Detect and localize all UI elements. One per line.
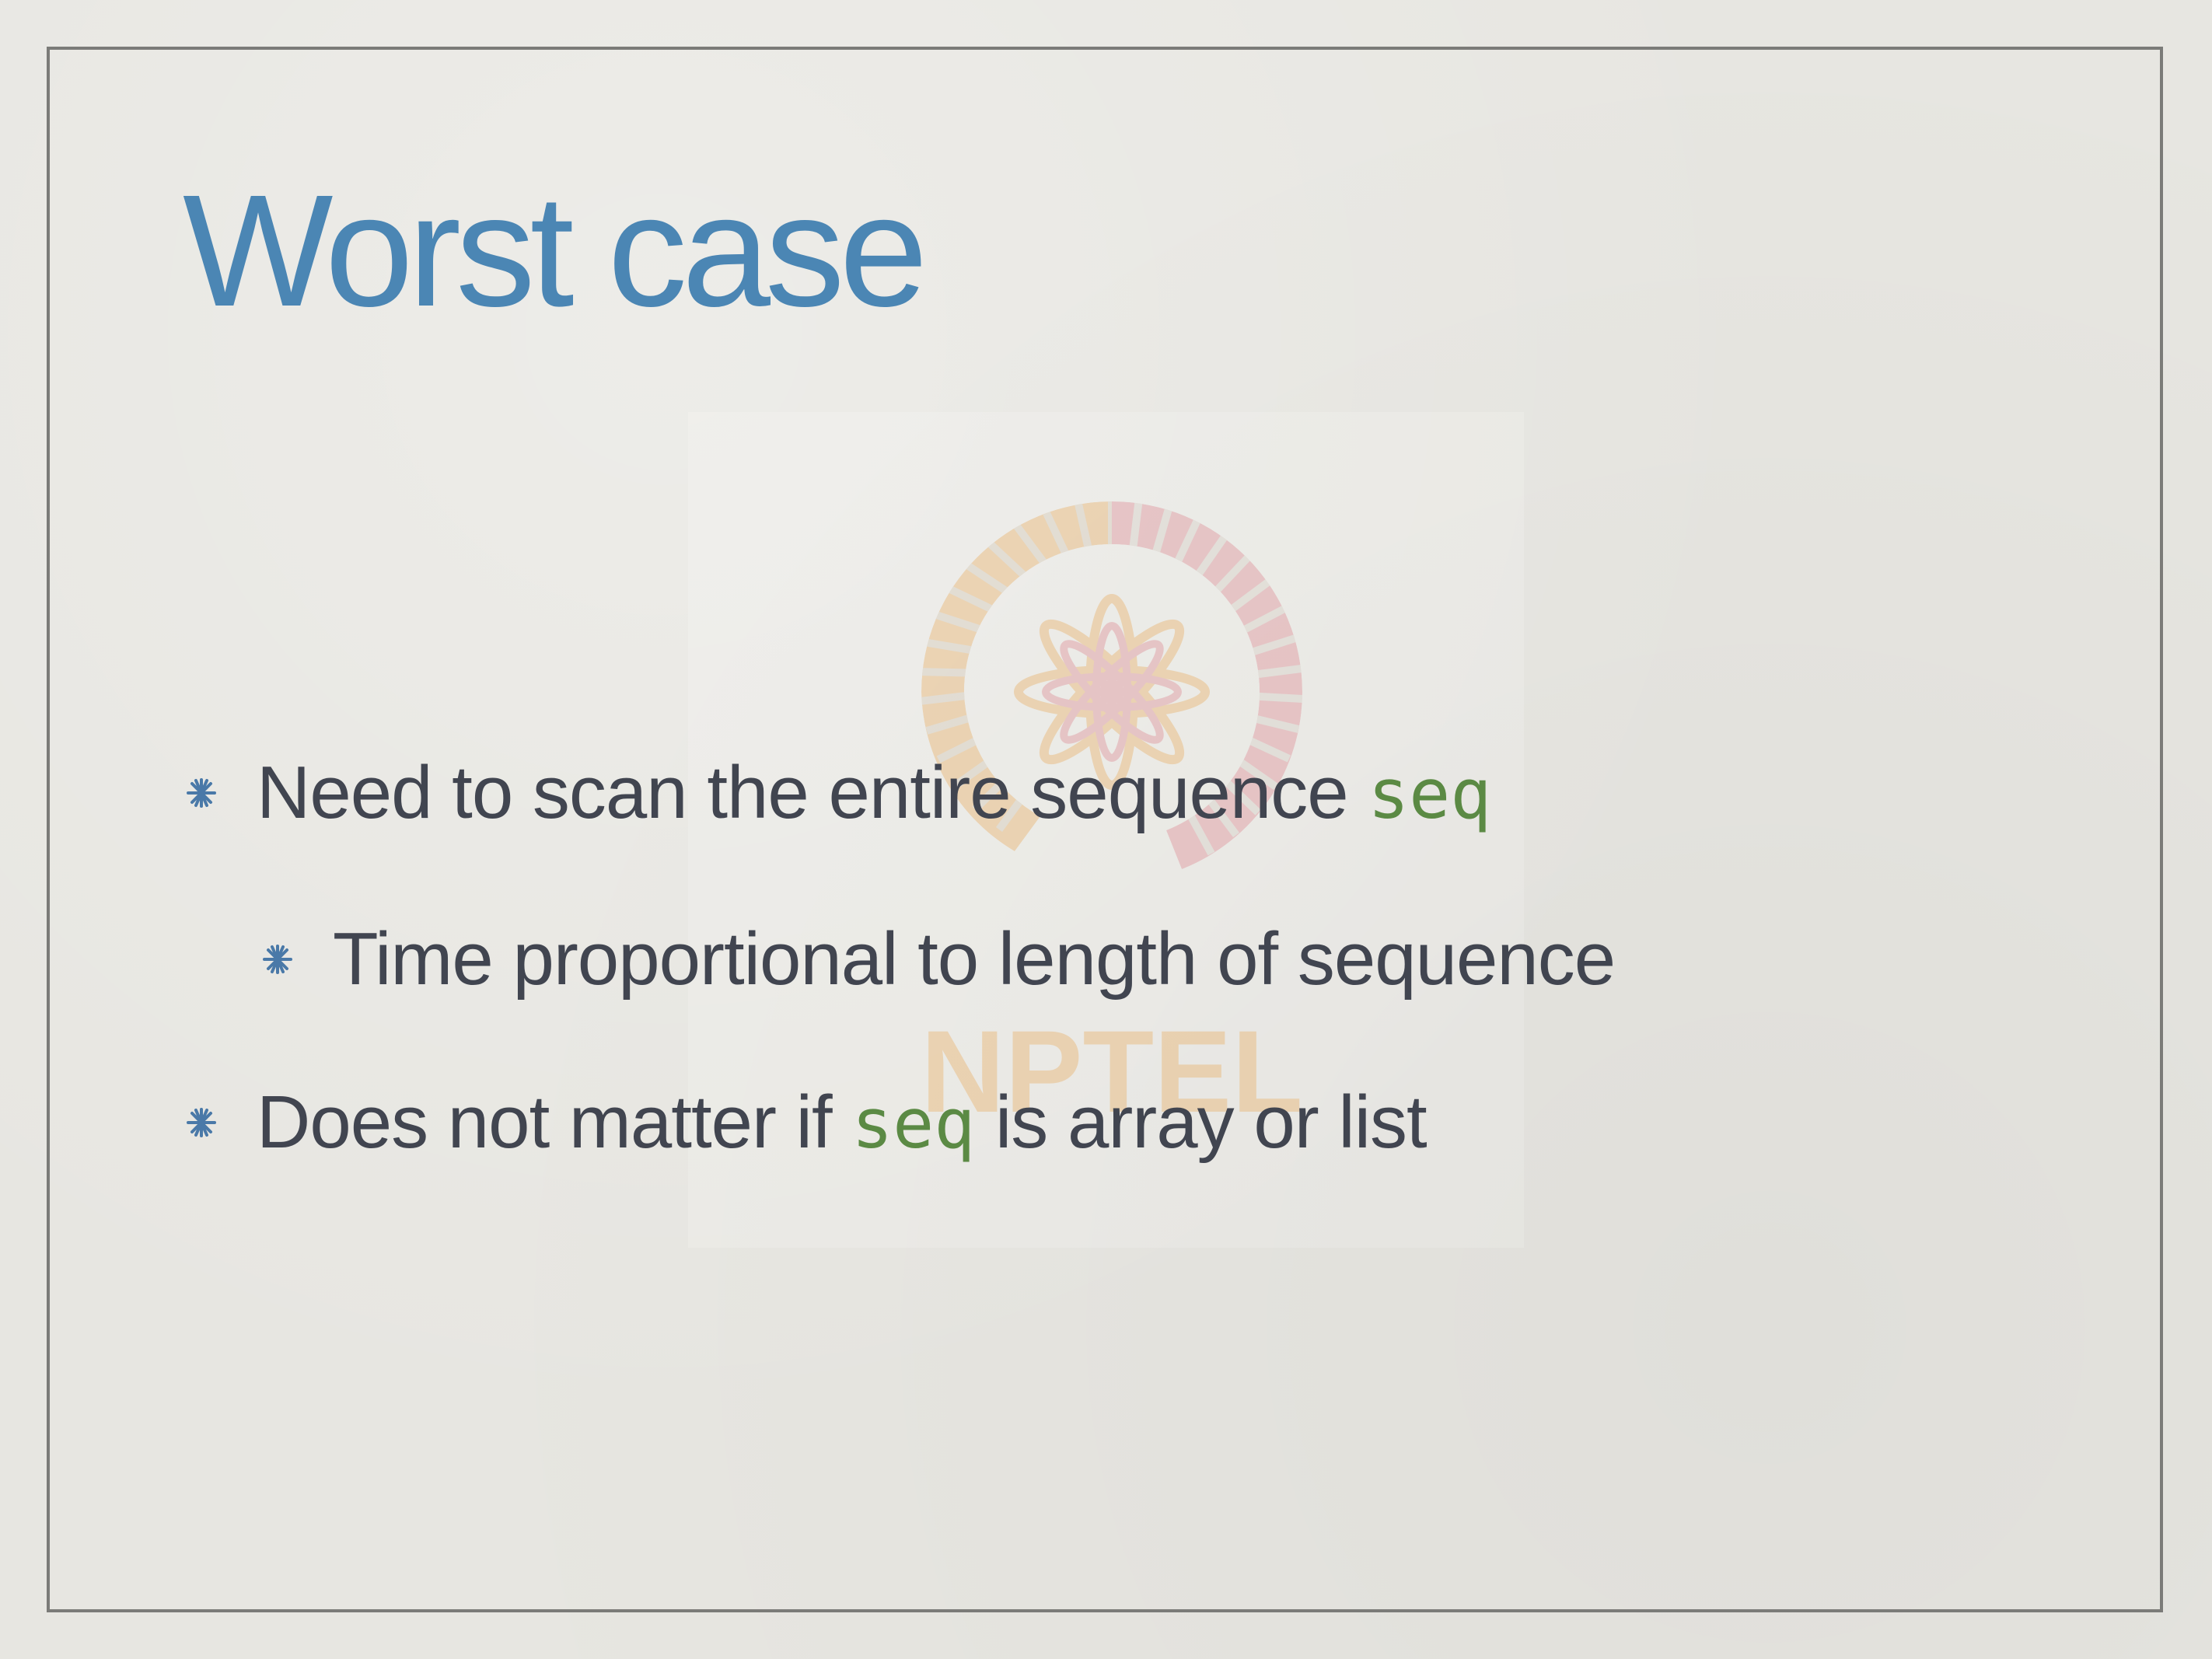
bullet-text-2: Time proportional to length of sequence — [333, 917, 1616, 1001]
bullet-text-3: Does not matter if seq is array or list — [257, 1085, 1427, 1160]
slide: NPTEL Worst case Need to scan the entire… — [0, 0, 2212, 1659]
asterisk-bullet-icon — [185, 1106, 218, 1139]
bullet-item-2: Time proportional to length of sequence — [261, 917, 1616, 1001]
bullet-text-3-suffix: is array or list — [975, 1081, 1427, 1164]
page-title: Worst case — [183, 162, 928, 340]
bullet-text-3-prefix: Does not matter if — [257, 1081, 852, 1164]
code-seq-1: seq — [1368, 754, 1492, 834]
bullet-item-1: Need to scan the entire sequence seq — [185, 756, 1491, 830]
bullet-item-3: Does not matter if seq is array or list — [185, 1085, 1427, 1160]
bullet-text-1-prefix: Need to scan the entire sequence — [257, 751, 1368, 834]
asterisk-bullet-icon — [261, 943, 294, 976]
code-seq-2: seq — [851, 1084, 976, 1164]
asterisk-bullet-icon — [185, 777, 218, 809]
bullet-text-1: Need to scan the entire sequence seq — [257, 756, 1491, 830]
